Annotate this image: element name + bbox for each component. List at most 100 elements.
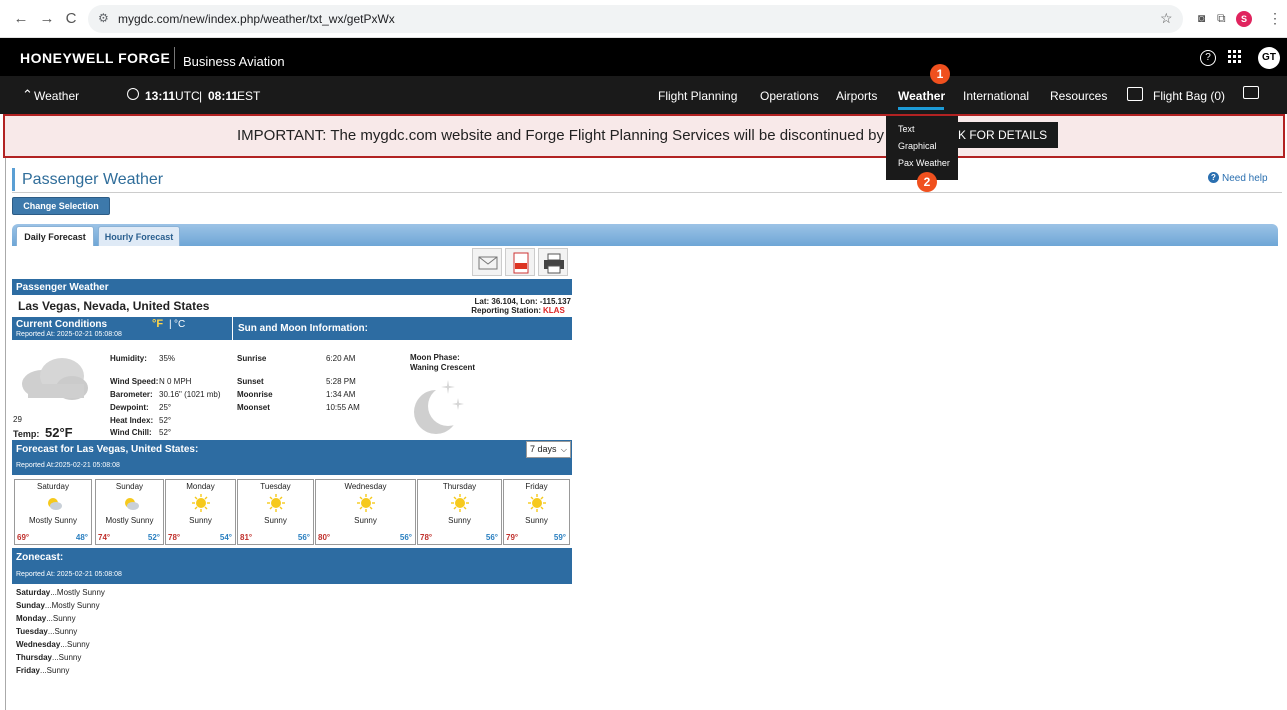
site-settings-icon[interactable]: ⚙ [98,11,109,25]
dewpoint-value: 25° [159,403,172,412]
forecast-high: 69° [17,533,30,542]
zonecast-title: Zonecast: [16,552,64,563]
forward-icon[interactable]: → [38,10,56,27]
moonset-label: Moonset [237,403,270,412]
moon-phase-label: Moon Phase: [410,353,460,362]
url-text[interactable]: mygdc.com/new/index.php/weather/txt_wx/g… [118,12,395,26]
nav-flight-planning[interactable]: Flight Planning [658,89,737,103]
forecast-low: 56° [399,533,412,542]
forecast-low: 54° [219,533,232,542]
forecast-condition: Sunny [264,516,287,525]
reload-icon[interactable]: C [62,10,80,27]
change-selection-button[interactable]: Change Selection [12,197,110,215]
title-divider [12,192,1282,193]
menu-item-graphical[interactable]: Graphical [898,141,937,151]
discontinuation-banner: IMPORTANT: The mygdc.com website and For… [3,114,1285,158]
nav-weather[interactable]: Weather [898,89,945,103]
forecast-low: 56° [297,533,310,542]
wind-chill-label: Wind Chill: [110,428,152,437]
browser-toolbar: ← → C ⚙ mygdc.com/new/index.php/weather/… [0,0,1287,38]
menu-item-text[interactable]: Text [898,124,915,134]
email-icon[interactable] [472,248,502,276]
nav-airports[interactable]: Airports [836,89,877,103]
zonecast-day: Friday [16,666,41,675]
est-label: EST [237,89,261,103]
chat-icon[interactable] [1243,86,1259,99]
page-title: Passenger Weather [22,171,164,188]
zonecast-line: Sunday...Mostly Sunny [16,601,100,610]
forecast-condition: Mostly Sunny [28,516,78,525]
pdf-icon[interactable] [505,248,535,276]
tab-hourly-forecast[interactable]: Hourly Forecast [98,226,180,246]
extensions-icon[interactable]: ⧉ [1217,11,1226,26]
temp-label: Temp: [13,429,40,439]
forecast-condition: Sunny [525,516,548,525]
current-conditions-header: Current Conditions °F | °C Reported At: … [12,317,232,340]
days-select-value: 7 days [530,444,557,454]
zonecast-day: Wednesday [16,640,61,649]
reporting-station-code[interactable]: KLAS [543,306,565,315]
forecast-day: Thursday [442,482,477,491]
forecast-high: 79° [506,533,519,542]
waning-crescent-moon-icon [414,380,468,434]
reporting-station-label: Reporting Station: [471,306,541,315]
forecast-day: Sunday [115,482,144,491]
forecast-high: 78° [420,533,433,542]
help-question-icon[interactable]: ? [1208,172,1219,183]
help-icon[interactable]: ? [1200,50,1216,66]
mostly-sunny-icon [48,498,62,510]
days-select[interactable]: 7 days ⌵ [526,441,571,458]
wind-chill-value: 52° [159,428,172,437]
forecast-day: Wednesday [344,482,387,491]
forecast-day-card: Thursday Sunny 78° 56° [417,479,502,545]
browser-menu-icon[interactable]: ⋮ [1268,10,1282,27]
bookmark-star-icon[interactable]: ☆ [1160,10,1173,27]
zonecast-day: Tuesday [16,627,48,636]
forecast-day-card: Friday Sunny 79° 59° [503,479,570,545]
tab-daily-forecast[interactable]: Daily Forecast [16,226,94,246]
zonecast-day: Monday [16,614,47,623]
apps-grid-icon[interactable] [1228,50,1242,64]
forecast-header: Forecast for Las Vegas, United States: R… [12,440,572,475]
forecast-low: 56° [485,533,498,542]
forecast-high: 81° [240,533,253,542]
need-help-link[interactable]: Need help [1222,173,1268,184]
moonrise-value: 1:34 AM [326,390,356,399]
unit-fahrenheit[interactable]: °F [152,318,163,330]
flight-bag-icon[interactable] [1127,87,1143,101]
zonecast-line: Monday...Sunny [16,614,76,623]
step-marker-1: 1 [930,64,950,84]
sunrise-label: Sunrise [237,354,267,363]
weather-dropdown-menu: Text Graphical Pax Weather [886,116,958,180]
forecast-low: 52° [147,533,160,542]
zonecast-line: Thursday...Sunny [16,653,81,662]
nav-resources[interactable]: Resources [1050,89,1107,103]
forecast-low: 59° [553,533,566,542]
address-bar[interactable]: ⚙ mygdc.com/new/index.php/weather/txt_wx… [88,5,1183,33]
forecast-condition: Sunny [189,516,212,525]
brand-divider [174,47,175,69]
unit-celsius[interactable]: °C [174,319,185,330]
forecast-condition: Sunny [448,516,471,525]
moonrise-label: Moonrise [237,390,273,399]
nav-international[interactable]: International [963,89,1029,103]
dewpoint-label: Dewpoint: [110,403,149,412]
utc-label: UTC [175,89,200,103]
nav-operations[interactable]: Operations [760,89,819,103]
zonecast-text: ...Sunny [60,640,90,649]
forecast-day-card: Tuesday Sunny 81° 56° [237,479,314,545]
moonset-value: 10:55 AM [326,403,360,412]
print-icon[interactable] [538,248,568,276]
nav-flight-bag[interactable]: Flight Bag (0) [1153,89,1225,103]
back-icon[interactable]: ← [12,10,30,27]
zonecast-day: Saturday [16,588,51,597]
user-avatar[interactable]: GT [1258,47,1280,69]
profile-avatar[interactable]: S [1236,11,1252,27]
forecast-high: 74° [98,533,111,542]
sunny-icon [356,494,375,512]
brand-logo[interactable]: HONEYWELL FORGE [20,50,170,66]
menu-item-pax-weather[interactable]: Pax Weather [898,158,950,168]
location-name: Las Vegas, Nevada, United States [18,299,210,313]
camera-icon[interactable]: ◙ [1198,11,1205,25]
forecast-low: 48° [75,533,88,542]
